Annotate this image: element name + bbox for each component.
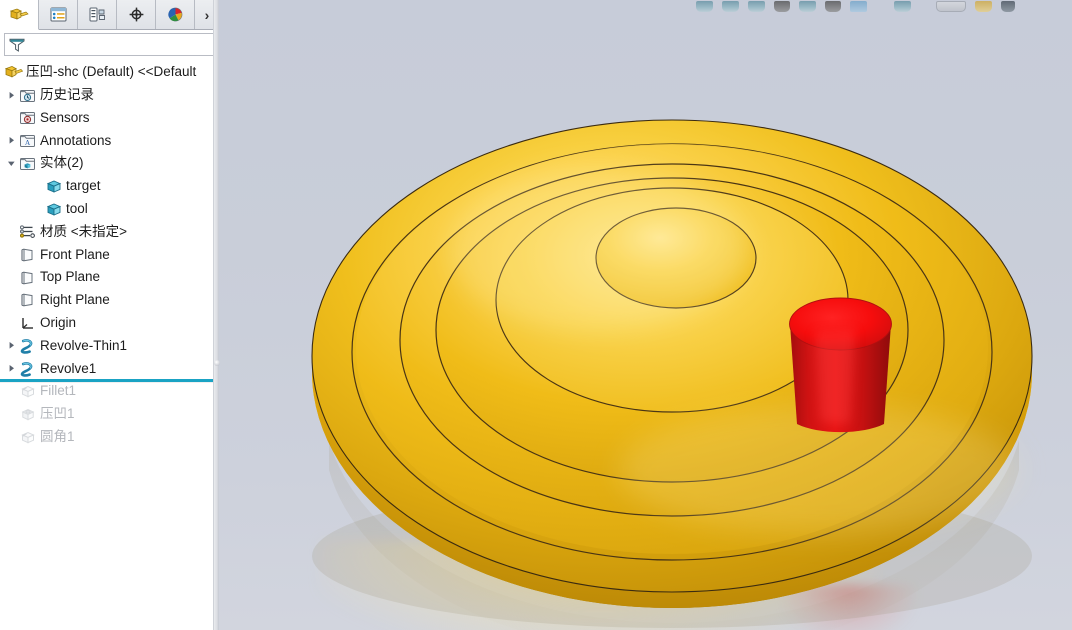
chevron-right-icon[interactable] (4, 136, 18, 145)
tree-item-label: Front Plane (40, 246, 110, 262)
tree-item-revolve1[interactable]: Revolve1 (0, 357, 219, 380)
tree-item-label: target (66, 178, 101, 194)
hide-show-icon[interactable] (748, 1, 765, 12)
tree-rows: 历史记录 Sensors A Annotations 实体(2) target tool 材质… (0, 84, 219, 449)
tree-filter-box[interactable] (4, 33, 215, 56)
yellow-feature-tree-icon (9, 8, 29, 20)
section-view-icon[interactable] (850, 1, 867, 12)
origin-icon (18, 315, 37, 332)
edit-appearance-icon[interactable] (774, 1, 790, 12)
tree-item-label: 材质 <未指定> (40, 223, 128, 239)
solid-body-icon (44, 201, 63, 218)
revolve-feature-icon (18, 360, 37, 377)
tree-item-[interactable]: 材质 <未指定> (0, 221, 219, 244)
feature-tree[interactable]: 压凹-shc (Default) <<Default 历史记录 Sensors A A… (0, 58, 219, 449)
tree-item-label: 圆角1 (40, 428, 75, 444)
apply-scene-icon[interactable] (894, 1, 911, 12)
chevron-right-icon[interactable] (4, 364, 18, 373)
tool-body-red-cone[interactable] (789, 297, 892, 433)
fillet-feature-icon (18, 429, 37, 446)
tree-item-sensors[interactable]: Sensors (0, 107, 219, 130)
tree-item-top-plane[interactable]: Top Plane (0, 266, 219, 289)
tree-item-2[interactable]: 实体(2) (0, 152, 219, 175)
appearance-sphere-icon (167, 7, 182, 22)
scene-icon[interactable] (799, 1, 816, 12)
tree-item-fillet1[interactable]: Fillet1 (0, 380, 219, 403)
model-3d-render[interactable] (219, 0, 1072, 630)
filter-funnel-icon (9, 38, 25, 52)
view-orientation-icon[interactable] (696, 1, 713, 12)
tree-item-front-plane[interactable]: Front Plane (0, 243, 219, 266)
view-heads-up-toolbar[interactable] (690, 0, 1072, 12)
tree-item-1[interactable]: 压凹1 (0, 403, 219, 426)
svg-text:A: A (25, 138, 31, 147)
manager-tab-bar[interactable]: › (0, 0, 219, 30)
graphics-viewport[interactable] (219, 0, 1072, 630)
tree-item-origin[interactable]: Origin (0, 312, 219, 335)
tree-item-label: Revolve1 (40, 360, 97, 376)
fillet-feature-icon (18, 383, 37, 400)
tree-filter-bar (0, 30, 219, 58)
panel-splitter[interactable] (213, 0, 220, 630)
dimxpert-target-icon (129, 7, 143, 22)
tree-item-label: 压凹1 (40, 406, 75, 422)
splitter-grip-handle[interactable] (214, 360, 220, 366)
tree-item-label: Origin (40, 314, 77, 330)
plane-icon (18, 269, 37, 286)
tree-item-annotations[interactable]: A Annotations (0, 129, 219, 152)
full-screen-icon[interactable] (1001, 1, 1015, 12)
tree-item-label: Annotations (40, 132, 112, 148)
tab-feature-manager-design-tree[interactable] (0, 0, 39, 30)
tree-item-revolve-thin1[interactable]: Revolve-Thin1 (0, 335, 219, 358)
document-name: 压凹-shc (Default) <<Default (26, 64, 197, 80)
feature-manager-panel: › 压凹-shc (Default) <<Default 历史记录 Sensor… (0, 0, 220, 630)
zoom-combo[interactable] (936, 1, 966, 12)
tree-item-target[interactable]: target (0, 175, 219, 198)
tree-item-label: Revolve-Thin1 (40, 337, 128, 353)
solid-bodies-folder-icon (18, 155, 37, 172)
annotations-folder-icon: A (18, 132, 37, 149)
display-style-icon[interactable] (722, 1, 739, 12)
history-folder-icon (18, 87, 37, 104)
tree-item-label: tool (66, 200, 88, 216)
solid-body-icon (44, 178, 63, 195)
tree-filter-input[interactable] (26, 34, 214, 55)
tree-item-label: Top Plane (40, 269, 101, 285)
tree-item-[interactable]: 历史记录 (0, 84, 219, 107)
material-icon (18, 223, 37, 240)
revolve-feature-icon (18, 337, 37, 354)
tree-item-1[interactable]: 圆角1 (0, 426, 219, 449)
tree-item-label: Sensors (40, 109, 90, 125)
part-document-icon (4, 64, 23, 81)
view-settings-icon[interactable] (825, 1, 841, 12)
chevron-down-icon[interactable] (4, 159, 18, 168)
tab-configuration-manager[interactable] (78, 0, 117, 29)
view-setting-icon[interactable] (975, 1, 992, 12)
tab-property-manager[interactable] (39, 0, 78, 29)
tree-item-label: 实体(2) (40, 155, 84, 171)
indent-feature-icon (18, 406, 37, 423)
property-list-icon (50, 7, 66, 22)
tree-item-label: Right Plane (40, 292, 110, 308)
tree-item-label: 历史记录 (40, 86, 94, 102)
tab-display-manager[interactable] (156, 0, 195, 29)
sensors-folder-icon (18, 109, 37, 126)
plane-icon (18, 292, 37, 309)
tree-item-label: Fillet1 (40, 383, 77, 399)
chevron-right-icon[interactable] (4, 341, 18, 350)
tab-dimxpert-manager[interactable] (117, 0, 156, 29)
tree-item-right-plane[interactable]: Right Plane (0, 289, 219, 312)
tree-root-document[interactable]: 压凹-shc (Default) <<Default (0, 61, 219, 84)
rollback-bar[interactable] (0, 379, 218, 383)
tree-item-tool[interactable]: tool (0, 198, 219, 221)
chevron-right-icon[interactable] (4, 91, 18, 100)
plane-icon (18, 246, 37, 263)
solidworks-window: › 压凹-shc (Default) <<Default 历史记录 Sensor… (0, 0, 1072, 630)
configuration-icon (89, 7, 105, 22)
